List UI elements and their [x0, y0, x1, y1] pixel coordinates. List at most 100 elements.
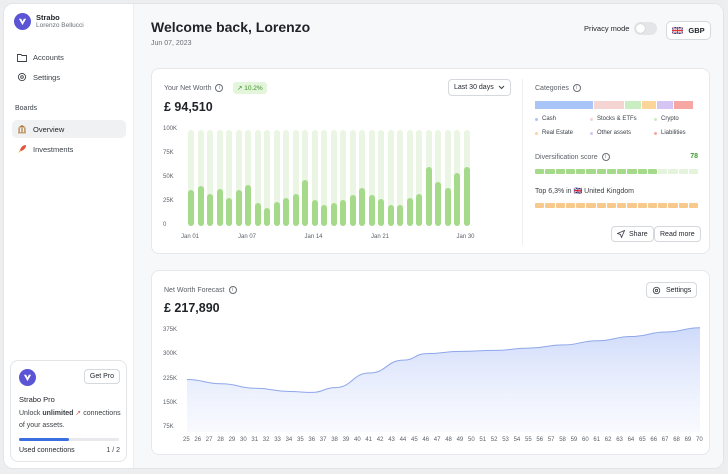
legend-label: Other assets — [597, 130, 632, 136]
boards-heading: Boards — [15, 105, 38, 112]
x-tick-label: 69 — [684, 437, 692, 443]
share-button[interactable]: Share — [611, 226, 654, 242]
meter-segment — [658, 203, 668, 208]
x-tick-label: 25 — [183, 437, 190, 443]
legend-item: Stocks & ETFs — [590, 116, 637, 122]
bar — [387, 204, 394, 226]
legend-item: Other assets — [590, 130, 631, 136]
x-tick-label: 54 — [513, 437, 521, 443]
y-tick-label: 75K — [163, 150, 174, 156]
legend-dot — [654, 117, 657, 121]
send-icon — [617, 230, 625, 238]
growth-badge: ↗ 10.2% — [233, 82, 267, 94]
x-tick-label: Jan 14 — [304, 234, 323, 240]
bar — [302, 179, 308, 226]
bar — [197, 185, 204, 226]
toggle-knob — [636, 24, 645, 33]
meter-segment — [586, 203, 596, 208]
sidebar-item-accounts[interactable]: Accounts — [12, 48, 126, 66]
x-tick-label: 59 — [570, 437, 578, 443]
bar — [245, 184, 251, 226]
bar — [216, 188, 223, 226]
get-pro-button[interactable]: Get Pro — [83, 369, 120, 384]
category-segment — [642, 101, 657, 109]
category-segment — [594, 101, 625, 109]
meter-segment — [678, 169, 688, 174]
meter-segment — [555, 203, 565, 208]
bar — [311, 200, 318, 226]
x-tick-label: 63 — [616, 437, 623, 443]
legend-dot — [590, 131, 593, 135]
bar — [368, 195, 375, 226]
meter-segment — [565, 169, 575, 174]
meter-segment — [545, 203, 555, 208]
info-icon[interactable]: i — [572, 84, 581, 92]
page-title: Welcome back, Lorenzo — [151, 19, 311, 35]
forecast-chart — [186, 327, 701, 432]
pro-description: Unlock unlimited ➚ connections of your a… — [19, 408, 123, 432]
diversification-label: Diversification score i — [535, 153, 610, 161]
bar — [397, 204, 403, 226]
folder-icon — [16, 51, 28, 63]
sidebar-item-overview[interactable]: Overview — [12, 120, 126, 138]
user-name: Lorenzo Bellucci — [36, 22, 84, 29]
bar — [235, 190, 242, 226]
categories-bar — [535, 101, 699, 109]
rocket-icon — [16, 143, 28, 155]
legend-item: Crypto — [654, 116, 679, 122]
sidebar-item-label: Settings — [33, 72, 61, 82]
meter-segment — [668, 203, 678, 208]
category-segment — [657, 101, 674, 109]
legend-item: Cash — [535, 116, 556, 122]
x-tick-label: 51 — [479, 437, 487, 443]
sidebar-item-investments[interactable]: Investments — [12, 140, 126, 158]
legend-label: Cash — [542, 116, 557, 122]
categories-label: Categories i — [535, 84, 581, 92]
x-tick-label: 58 — [559, 437, 566, 443]
meter-segment — [565, 203, 575, 208]
x-tick-label: 37 — [319, 437, 327, 443]
legend-label: Crypto — [661, 116, 679, 122]
meter-segment — [555, 169, 565, 174]
brand-name: Strabo — [36, 13, 60, 22]
net-worth-value: £ 94,510 — [164, 100, 213, 114]
uk-flag-icon — [672, 27, 684, 34]
meter-segment — [545, 169, 555, 174]
bar — [207, 194, 213, 226]
connections-progress-bar — [19, 438, 119, 441]
x-tick-label: 52 — [490, 437, 498, 443]
pro-title: Strabo Pro — [19, 395, 55, 404]
x-tick-label: Jan 01 — [181, 234, 200, 240]
diversification-label-text: Diversification score — [535, 153, 598, 161]
bar — [330, 202, 337, 226]
category-segment — [625, 101, 642, 109]
strabo-logo-icon — [14, 13, 31, 30]
date-range-select[interactable]: Last 30 days — [448, 79, 511, 96]
meter-segment — [586, 169, 596, 174]
bar — [292, 194, 299, 226]
meter-segment — [658, 169, 668, 174]
privacy-mode-toggle[interactable] — [634, 22, 657, 35]
meter-segment — [678, 203, 688, 208]
connections-progress-fill — [19, 438, 69, 441]
category-segment — [535, 101, 594, 109]
x-tick-label: 48 — [445, 437, 452, 443]
bar — [340, 200, 346, 226]
bar — [188, 190, 194, 226]
info-icon[interactable]: i — [215, 84, 224, 92]
x-tick-label: Jan 21 — [371, 234, 390, 240]
currency-selector[interactable]: GBP — [666, 21, 711, 40]
forecast-area — [187, 327, 700, 432]
bar — [359, 187, 365, 226]
meter-segment — [637, 203, 647, 208]
x-tick-label: 33 — [274, 437, 281, 443]
x-tick-label: 34 — [285, 437, 293, 443]
meter-segment — [596, 169, 606, 174]
meter-segment — [688, 203, 698, 208]
info-icon[interactable]: i — [601, 153, 610, 161]
read-more-button[interactable]: Read more — [654, 226, 701, 242]
bar — [283, 198, 289, 226]
meter-segment — [596, 203, 606, 208]
sidebar-item-settings[interactable]: Settings — [12, 68, 126, 86]
category-segment — [674, 101, 694, 109]
